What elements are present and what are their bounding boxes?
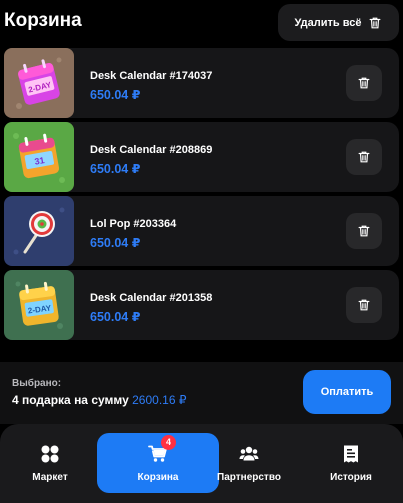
nav-item-partnership[interactable]: Партнерство [201,433,297,493]
nav-item-market[interactable]: Маркет [4,433,96,493]
item-price: 650.04 ₽ [90,162,141,176]
gift-image [4,196,74,266]
nav-label: Корзина [137,471,179,483]
trash-icon [370,17,381,28]
item-name: Lol Pop #203364 [90,218,177,230]
item-name: Desk Calendar #174037 [90,70,213,82]
delete-item-button[interactable] [346,287,382,323]
clear-all-button[interactable]: Удалить всё [278,4,399,41]
receipt-icon [344,445,358,462]
selected-count: 4 подарка на сумму [12,393,129,407]
item-name: Desk Calendar #201358 [90,292,213,304]
selected-label: Выбрано: [12,378,62,389]
cart-item[interactable]: 2-DAY Desk Calendar #174037 650.04 ₽ [4,48,399,118]
header: Корзина Удалить всё [0,0,403,44]
bottom-nav: Маркет 4 Корзина Партнерство История [0,424,403,503]
nav-label: Маркет [32,471,68,483]
selected-summary: 4 подарка на сумму 2600.16 ₽ [12,393,186,407]
nav-label: Партнерство [217,471,281,483]
page-title: Корзина [4,10,82,31]
svg-text:31: 31 [34,155,46,167]
item-price: 650.04 ₽ [90,236,141,250]
item-price: 650.04 ₽ [90,88,141,102]
trash-icon [358,299,370,311]
gift-image: 2-DAY [4,48,74,118]
cart-list: 2-DAY Desk Calendar #174037 650.04 ₽ 31 … [4,48,399,344]
trash-icon [358,77,370,89]
selected-total: 2600.16 ₽ [132,393,187,407]
delete-item-button[interactable] [346,139,382,175]
gift-image: 2-DAY [4,270,74,340]
item-name: Desk Calendar #208869 [90,144,213,156]
cart-item[interactable]: 2-DAY Desk Calendar #201358 650.04 ₽ [4,270,399,340]
grid-icon [41,445,59,462]
trash-icon [358,225,370,237]
gift-image: 31 [4,122,74,192]
delete-item-button[interactable] [346,65,382,101]
clear-all-label: Удалить всё [294,16,362,29]
checkout-summary: Выбрано: 4 подарка на сумму 2600.16 ₽ Оп… [0,362,403,424]
trash-icon [358,151,370,163]
cart-item[interactable]: 31 Desk Calendar #208869 650.04 ₽ [4,122,399,192]
cart-item[interactable]: Lol Pop #203364 650.04 ₽ [4,196,399,266]
item-price: 650.04 ₽ [90,310,141,324]
people-icon [239,446,259,460]
nav-item-history[interactable]: История [305,433,397,493]
cart-count-badge: 4 [161,434,176,450]
nav-label: История [330,471,372,483]
pay-button[interactable]: Оплатить [303,370,391,414]
delete-item-button[interactable] [346,213,382,249]
